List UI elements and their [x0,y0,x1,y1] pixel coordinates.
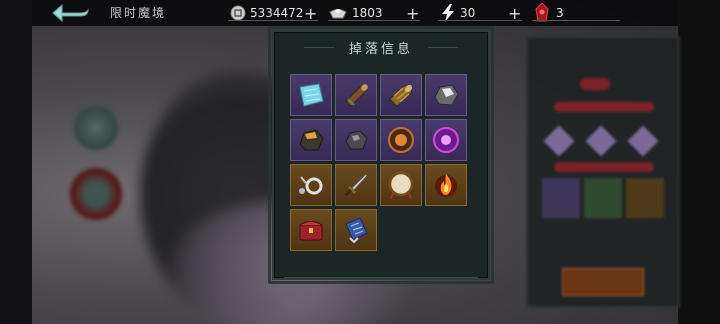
drop-item-slot[interactable] [425,74,467,116]
purple-orb-icon [433,127,459,153]
drop-item-slot[interactable] [290,209,332,251]
drop-item-slot[interactable] [290,74,332,116]
drop-item-grid [290,74,467,251]
drop-item-slot[interactable] [290,164,332,206]
title-ornament [428,47,458,48]
drop-item-slot[interactable] [425,119,467,161]
back-button[interactable] [50,2,92,24]
drop-item-slot[interactable] [335,209,377,251]
drop-item-slot[interactable] [380,164,422,206]
energy-value: 30 [460,6,476,20]
coin-value: 5334472 [250,6,304,20]
side-panel-tag [554,162,654,172]
side-panel-tag [580,78,610,90]
red-chest-icon [299,221,323,241]
silver-ore-icon [434,84,459,106]
drop-item-slot[interactable] [380,74,422,116]
ingot-value: 1803 [352,6,383,20]
left-letterbox [0,0,32,324]
empty-slot [425,209,465,249]
back-arrow-icon [52,3,89,23]
drop-item-slot[interactable] [335,164,377,206]
drop-item-slot[interactable] [425,164,467,206]
cyan-cloth-icon [299,83,324,107]
dagger-icon [344,173,368,197]
ring-icon [299,176,323,195]
scene-title: 限时魔境 [110,6,167,20]
drop-item-slot[interactable] [335,119,377,161]
divider [532,20,620,21]
amber-orb-icon [388,127,414,153]
popup-bottom-divider [284,277,478,278]
right-letterbox [678,0,720,324]
reward-card [626,178,664,218]
reward-card [584,178,622,218]
gem-icon [627,125,659,157]
side-panel-blurred [526,36,680,308]
background-node-icon [70,168,122,220]
drum-icon [388,171,414,200]
drop-item-slot[interactable] [380,119,422,161]
blue-scroll-icon [345,217,368,244]
side-panel-button [562,268,644,296]
flame-icon [435,174,457,197]
wood-log-icon [345,84,368,107]
empty-slot [380,209,420,249]
gold-ore-icon [299,129,324,151]
gem-icon [543,125,575,157]
divider [438,20,522,21]
drop-item-slot[interactable] [290,119,332,161]
background-node-icon [74,106,118,150]
divider [328,20,420,21]
top-status-bar: 限时魔境 5334472 + 1803 + 30 + 3 [32,0,678,26]
reward-card [542,178,580,218]
side-panel-tag [554,102,654,112]
drop-info-popup: 掉落信息 [268,26,494,284]
divider [228,20,318,21]
bark-log-icon [389,84,413,107]
crystal-value: 3 [556,6,564,20]
drop-item-slot[interactable] [335,74,377,116]
black-stone-icon [345,130,368,150]
gem-icon [585,125,617,157]
